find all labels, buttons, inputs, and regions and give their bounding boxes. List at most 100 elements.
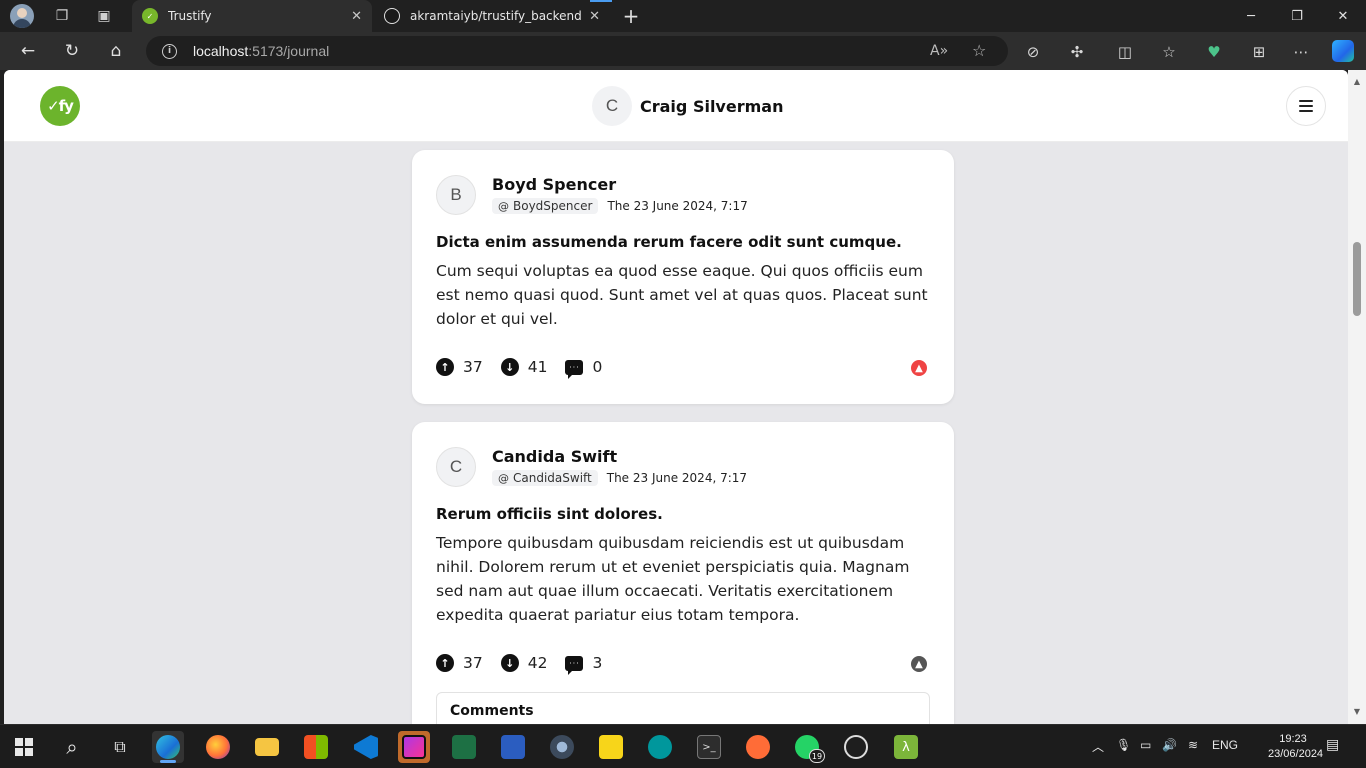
task-view-icon[interactable]: ⧉: [104, 731, 136, 763]
arrow-up-icon: ↑: [436, 654, 454, 672]
notifications-icon[interactable]: ▤: [1326, 736, 1339, 753]
tab-title: akramtaiyb/trustify_backend: [410, 9, 582, 23]
user-handle[interactable]: @ CandidaSwift: [492, 470, 598, 486]
arduino-logo: [648, 735, 672, 759]
profile-avatar[interactable]: [10, 4, 34, 28]
folder-logo: [255, 738, 279, 756]
trustify-logo[interactable]: ✓fy: [40, 86, 80, 126]
whatsapp-app-icon[interactable]: 19: [791, 731, 825, 763]
trustify-favicon: ✓: [142, 8, 158, 24]
upvote-button[interactable]: ↑ 37: [436, 654, 483, 672]
close-tab-icon[interactable]: ✕: [589, 9, 600, 24]
system-clock[interactable]: 19:23 23/06/2024: [1268, 732, 1323, 762]
site-info-icon[interactable]: i: [162, 43, 177, 59]
browser-essentials-icon[interactable]: ⊘: [1022, 41, 1044, 63]
avatar[interactable]: C: [436, 447, 476, 487]
arduino-app-icon[interactable]: [644, 731, 676, 763]
refresh-button[interactable]: ↻: [57, 37, 87, 65]
word-app-icon[interactable]: [497, 731, 529, 763]
more-menu-icon[interactable]: ⋯: [1290, 41, 1312, 63]
sticky-notes-logo: [599, 735, 623, 759]
comments-button[interactable]: ··· 3: [565, 654, 602, 675]
wifi-icon[interactable]: ≋: [1188, 738, 1198, 752]
upvote-button[interactable]: ↑ 37: [436, 358, 483, 376]
clock-time: 19:23: [1279, 733, 1307, 745]
favorite-star-icon[interactable]: ☆: [972, 41, 986, 60]
excel-app-icon[interactable]: [448, 731, 480, 763]
tab-actions-icon[interactable]: ▣: [90, 4, 118, 28]
post-author[interactable]: Candida Swift: [492, 447, 617, 466]
restore-button[interactable]: ❐: [1274, 0, 1320, 32]
post-meta: @ CandidaSwift The 23 June 2024, 7:17: [492, 470, 747, 486]
network-logo: [550, 735, 574, 759]
vscode-app-icon[interactable]: [350, 731, 382, 763]
handle-text: CandidaSwift: [513, 471, 592, 485]
post-body: Cum sequi voluptas ea quod esse eaque. Q…: [436, 262, 928, 328]
windows-start-icon[interactable]: [8, 731, 40, 763]
extensions-icon[interactable]: ✣: [1066, 41, 1088, 63]
favorites-icon[interactable]: ☆: [1158, 41, 1180, 63]
scroll-up-icon[interactable]: ▲: [1352, 76, 1362, 86]
tab-loading-indicator: [590, 0, 612, 2]
comments-button[interactable]: ··· 0: [565, 358, 602, 379]
scroll-down-icon[interactable]: ▼: [1352, 706, 1362, 716]
store-logo: [304, 735, 328, 759]
search-icon[interactable]: ⌕: [56, 731, 88, 763]
obs-app-icon[interactable]: [840, 731, 872, 763]
volume-icon[interactable]: 🔊: [1162, 738, 1177, 752]
close-window-button[interactable]: ✕: [1320, 0, 1366, 32]
browser-toolbar: ← ↻ ⌂ i localhost:5173/journal A» ☆ ⊘ ✣ …: [0, 32, 1366, 70]
postman-logo: [746, 735, 770, 759]
windows-taskbar: ⌕ ⧉ >_ 19 λ ︿ 🎙 ▭ 🔊 ≋ ENG 19:23 23/06/20…: [0, 724, 1366, 768]
minimize-button[interactable]: ─: [1228, 0, 1274, 32]
network-app-icon[interactable]: [546, 731, 578, 763]
close-tab-icon[interactable]: ✕: [351, 9, 362, 24]
file-explorer-icon[interactable]: [251, 731, 283, 763]
terminal-app-icon[interactable]: >_: [693, 731, 725, 763]
avatar[interactable]: B: [436, 175, 476, 215]
notification-badge: 19: [809, 749, 825, 763]
downvote-button[interactable]: ↓ 41: [500, 358, 547, 376]
language-indicator[interactable]: ENG: [1212, 738, 1238, 752]
downvote-button[interactable]: ↓ 42: [500, 654, 547, 672]
address-bar[interactable]: i localhost:5173/journal A» ☆: [146, 36, 1008, 66]
edge-app-icon[interactable]: [152, 731, 184, 763]
battery-icon[interactable]: ▭: [1140, 738, 1151, 752]
post-actions: ↑ 37 ↓ 41 ··· 0: [436, 358, 620, 379]
postman-app-icon[interactable]: [742, 731, 774, 763]
phpstorm-app-icon[interactable]: [398, 731, 430, 763]
workspaces-icon[interactable]: ❐: [48, 4, 76, 28]
tab-github[interactable]: akramtaiyb/trustify_backend ✕: [374, 0, 610, 32]
read-aloud-icon[interactable]: A»: [930, 43, 948, 59]
home-button[interactable]: ⌂: [101, 37, 131, 65]
phpstorm-logo: [402, 735, 426, 759]
tab-trustify[interactable]: ✓ Trustify ✕: [132, 0, 372, 32]
post-author[interactable]: Boyd Spencer: [492, 175, 616, 194]
current-user[interactable]: C Craig Silverman: [592, 86, 783, 126]
show-hidden-icons[interactable]: ︿: [1092, 738, 1104, 755]
collections-icon[interactable]: ⊞: [1248, 41, 1270, 63]
tab-title: Trustify: [168, 9, 212, 23]
fire-icon[interactable]: ▲: [911, 656, 927, 672]
post-date: The 23 June 2024, 7:17: [606, 471, 748, 485]
user-handle[interactable]: @ BoydSpencer: [492, 198, 599, 214]
github-icon: [384, 8, 400, 24]
xampp-app-icon[interactable]: λ: [890, 731, 922, 763]
at-icon: @: [498, 471, 509, 485]
arrow-down-icon: ↓: [500, 358, 519, 376]
microphone-icon[interactable]: 🎙: [1116, 738, 1131, 752]
performance-icon[interactable]: ♥: [1203, 41, 1225, 63]
new-tab-button[interactable]: +: [618, 4, 644, 28]
back-button[interactable]: ←: [13, 37, 43, 65]
page-scrollbar[interactable]: ▲ ▼: [1348, 70, 1366, 724]
hamburger-menu-button[interactable]: [1286, 86, 1326, 126]
comments-section: Comments: [436, 692, 930, 724]
split-screen-icon[interactable]: ◫: [1114, 41, 1136, 63]
comment-icon: ···: [565, 359, 584, 379]
sticky-notes-icon[interactable]: [595, 731, 627, 763]
copilot-icon[interactable]: [1332, 40, 1354, 62]
ms-store-icon[interactable]: [300, 731, 332, 763]
fire-icon[interactable]: ▲: [911, 360, 927, 376]
firefox-app-icon[interactable]: [202, 731, 234, 763]
scrollbar-thumb[interactable]: [1353, 242, 1361, 316]
